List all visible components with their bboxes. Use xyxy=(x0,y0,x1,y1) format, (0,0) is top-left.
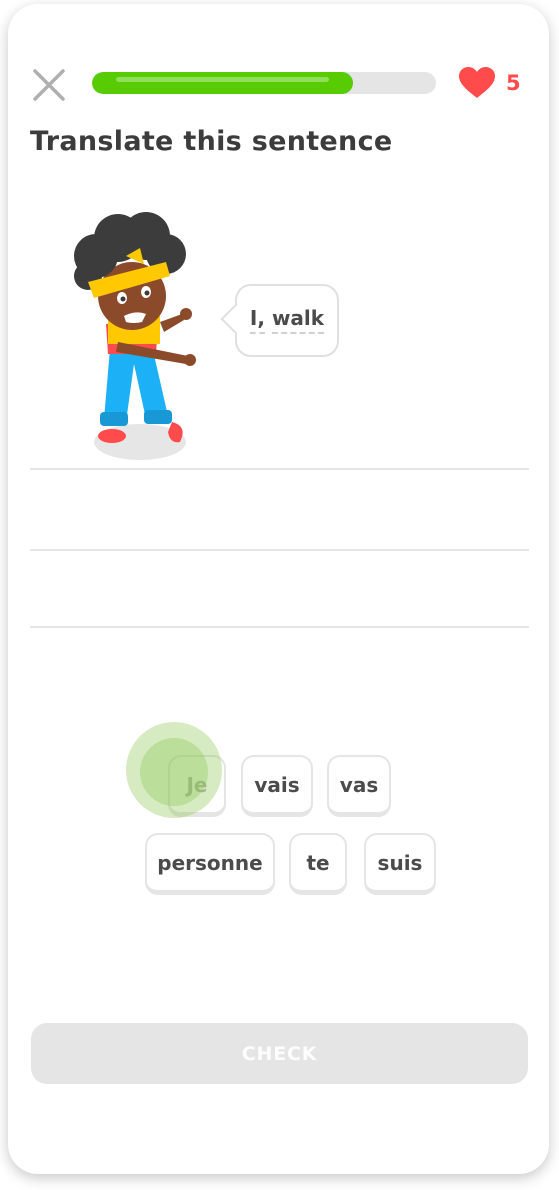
tap-indicator-core xyxy=(140,738,208,806)
hearts-indicator: 5 xyxy=(458,66,521,100)
word-tile-vas[interactable]: vas xyxy=(327,755,391,817)
word-tile-personne[interactable]: personne xyxy=(145,833,275,895)
lesson-card: 5 Translate this sentence I, walk Je vai… xyxy=(8,4,549,1174)
word-tile-suis[interactable]: suis xyxy=(364,833,436,895)
exercise-title: Translate this sentence xyxy=(30,126,393,157)
hint-word[interactable]: walk xyxy=(271,306,325,334)
character-illustration xyxy=(74,212,196,460)
close-icon xyxy=(33,69,65,101)
word-tile-te[interactable]: te xyxy=(289,833,347,895)
heart-icon xyxy=(459,67,495,98)
speech-bubble: I, walk xyxy=(220,284,339,357)
progress-highlight xyxy=(116,77,330,82)
progress-fill xyxy=(92,72,354,94)
lesson-topbar: 5 xyxy=(8,54,549,118)
close-button[interactable] xyxy=(32,68,66,102)
answer-line xyxy=(30,626,529,628)
hearts-count: 5 xyxy=(506,71,521,95)
check-button[interactable]: CHECK xyxy=(31,1023,528,1084)
lesson-progress-bar xyxy=(92,72,436,94)
speech-bubble-text: I, walk xyxy=(237,306,337,334)
answer-line xyxy=(30,468,529,470)
word-tile-vais[interactable]: vais xyxy=(241,755,313,817)
hint-word[interactable]: I, xyxy=(249,306,265,334)
answer-line xyxy=(30,549,529,551)
hint-word-space xyxy=(265,306,272,330)
